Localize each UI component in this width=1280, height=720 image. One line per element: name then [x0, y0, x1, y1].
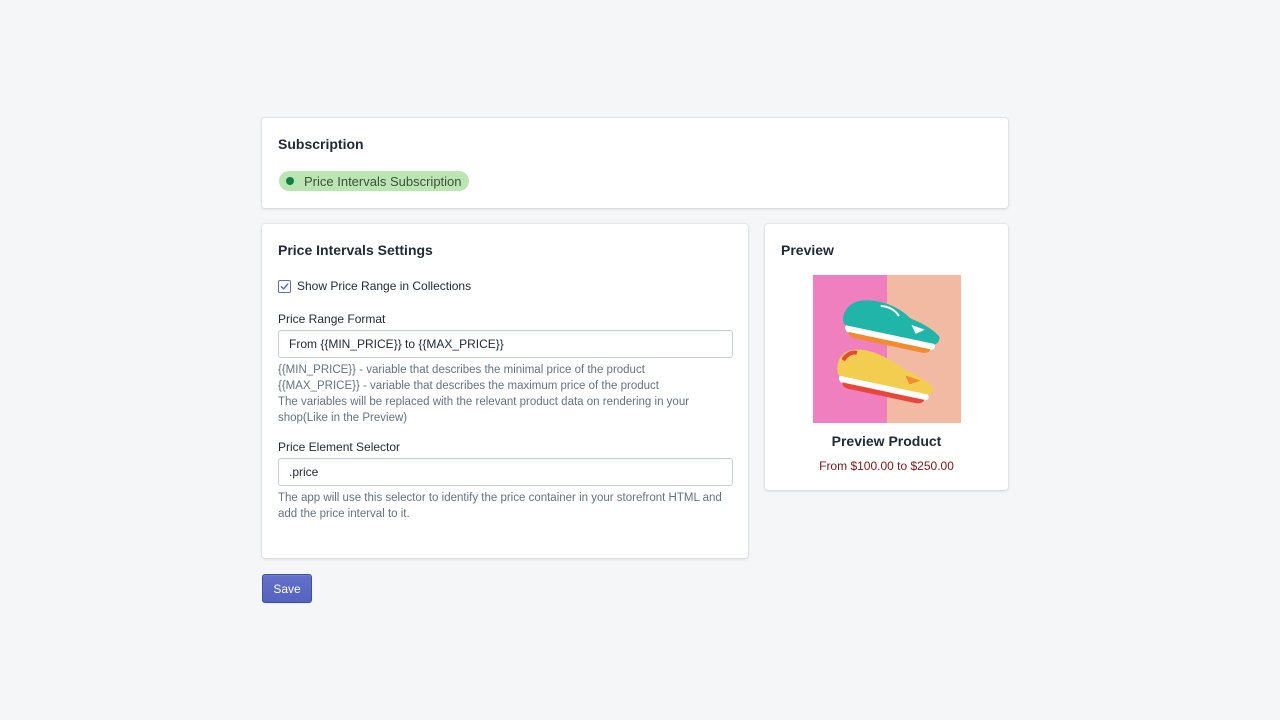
price-range-format-label: Price Range Format: [278, 312, 386, 326]
subscription-card: Subscription Price Intervals Subscriptio…: [262, 118, 1008, 208]
subscription-title: Subscription: [278, 136, 364, 152]
preview-product-price: From $100.00 to $250.00: [819, 459, 954, 473]
save-button[interactable]: Save: [262, 574, 312, 603]
preview-product-name: Preview Product: [831, 433, 942, 449]
status-dot-icon: [286, 177, 294, 185]
settings-title: Price Intervals Settings: [278, 242, 433, 258]
price-range-format-input[interactable]: [278, 330, 733, 358]
price-intervals-settings-card: Price Intervals Settings Show Price Rang…: [262, 224, 748, 558]
subscription-status-badge: Price Intervals Subscription: [279, 171, 469, 191]
price-element-selector-input[interactable]: [278, 458, 733, 486]
min-price-help-line: {{MIN_PRICE}} - variable that describes …: [278, 364, 645, 376]
price-element-selector-label: Price Element Selector: [278, 440, 401, 454]
show-price-range-label: Show Price Range in Collections: [297, 279, 472, 293]
sneakers-image: [813, 275, 961, 423]
product-image: [813, 275, 961, 423]
show-price-range-checkbox[interactable]: [278, 279, 291, 293]
preview-card: Preview Preview Product From $100.00 to …: [765, 224, 1008, 490]
price-range-format-help: {{MIN_PRICE}} - variable that describes …: [278, 362, 738, 426]
show-price-range-checkbox-row[interactable]: Show Price Range in Collections: [278, 279, 471, 293]
variables-help-line: The variables will be replaced with the …: [278, 396, 690, 424]
preview-title: Preview: [781, 242, 834, 258]
checkmark-icon: [280, 282, 289, 290]
price-element-selector-help: The app will use this selector to identi…: [278, 492, 722, 520]
max-price-help-line: {{MAX_PRICE}} - variable that describes …: [278, 380, 659, 392]
subscription-badge-label: Price Intervals Subscription: [304, 173, 462, 189]
